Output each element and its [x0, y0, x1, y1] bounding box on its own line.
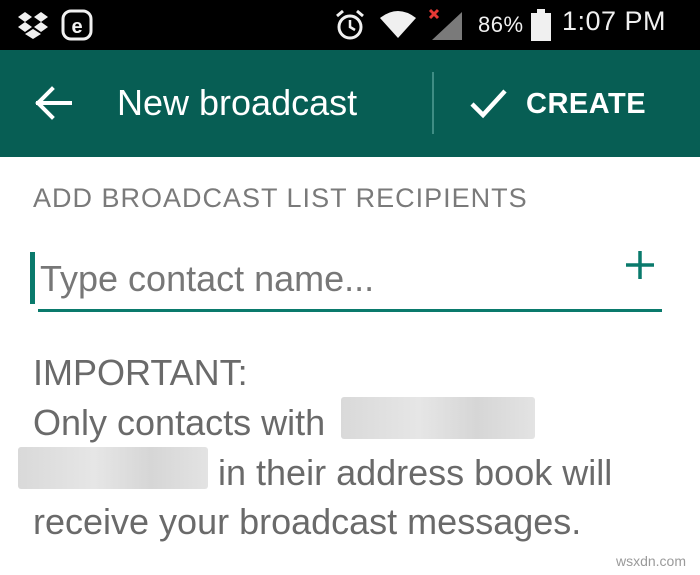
- notice-line-2: in their address book will: [18, 447, 683, 497]
- battery-icon: [531, 9, 551, 41]
- svg-text:e: e: [71, 16, 82, 38]
- notice-text-2: in their address book will: [218, 452, 613, 493]
- create-label: CREATE: [526, 88, 647, 120]
- notice-line-1: Only contacts with: [33, 397, 683, 447]
- toolbar-divider: [432, 72, 434, 134]
- status-bar: e 86% 1:07 PM: [0, 0, 700, 50]
- battery-percent: 86%: [478, 12, 524, 37]
- e-app-icon: e: [61, 9, 93, 41]
- important-notice: IMPORTANT: Only contacts with in their a…: [18, 348, 683, 546]
- page-title: New broadcast: [117, 82, 358, 123]
- clock: 1:07 PM: [562, 6, 667, 36]
- contact-input-group: [30, 243, 662, 315]
- create-button[interactable]: CREATE: [460, 72, 680, 134]
- text-cursor: [30, 252, 35, 304]
- notice-heading: IMPORTANT:: [33, 352, 248, 393]
- redacted-phone-number: [341, 397, 536, 439]
- wifi-icon: [380, 11, 416, 38]
- dropbox-icon: [18, 12, 48, 39]
- notice-text-1: Only contacts with: [33, 402, 326, 443]
- input-underline: [38, 309, 662, 312]
- app-bar: New broadcast CREATE: [0, 50, 700, 157]
- back-arrow-icon[interactable]: [30, 80, 76, 126]
- alarm-icon: [336, 9, 364, 40]
- watermark: wsxdn.com: [615, 553, 686, 569]
- contact-name-input[interactable]: [38, 251, 602, 307]
- redacted-phone-number-cont: [18, 447, 208, 489]
- check-icon: [470, 89, 507, 119]
- signal-no-service-icon: [428, 8, 462, 40]
- section-label: ADD BROADCAST LIST RECIPIENTS: [33, 183, 528, 213]
- add-contact-icon[interactable]: [618, 243, 662, 287]
- notice-line-3: receive your broadcast messages.: [33, 501, 582, 542]
